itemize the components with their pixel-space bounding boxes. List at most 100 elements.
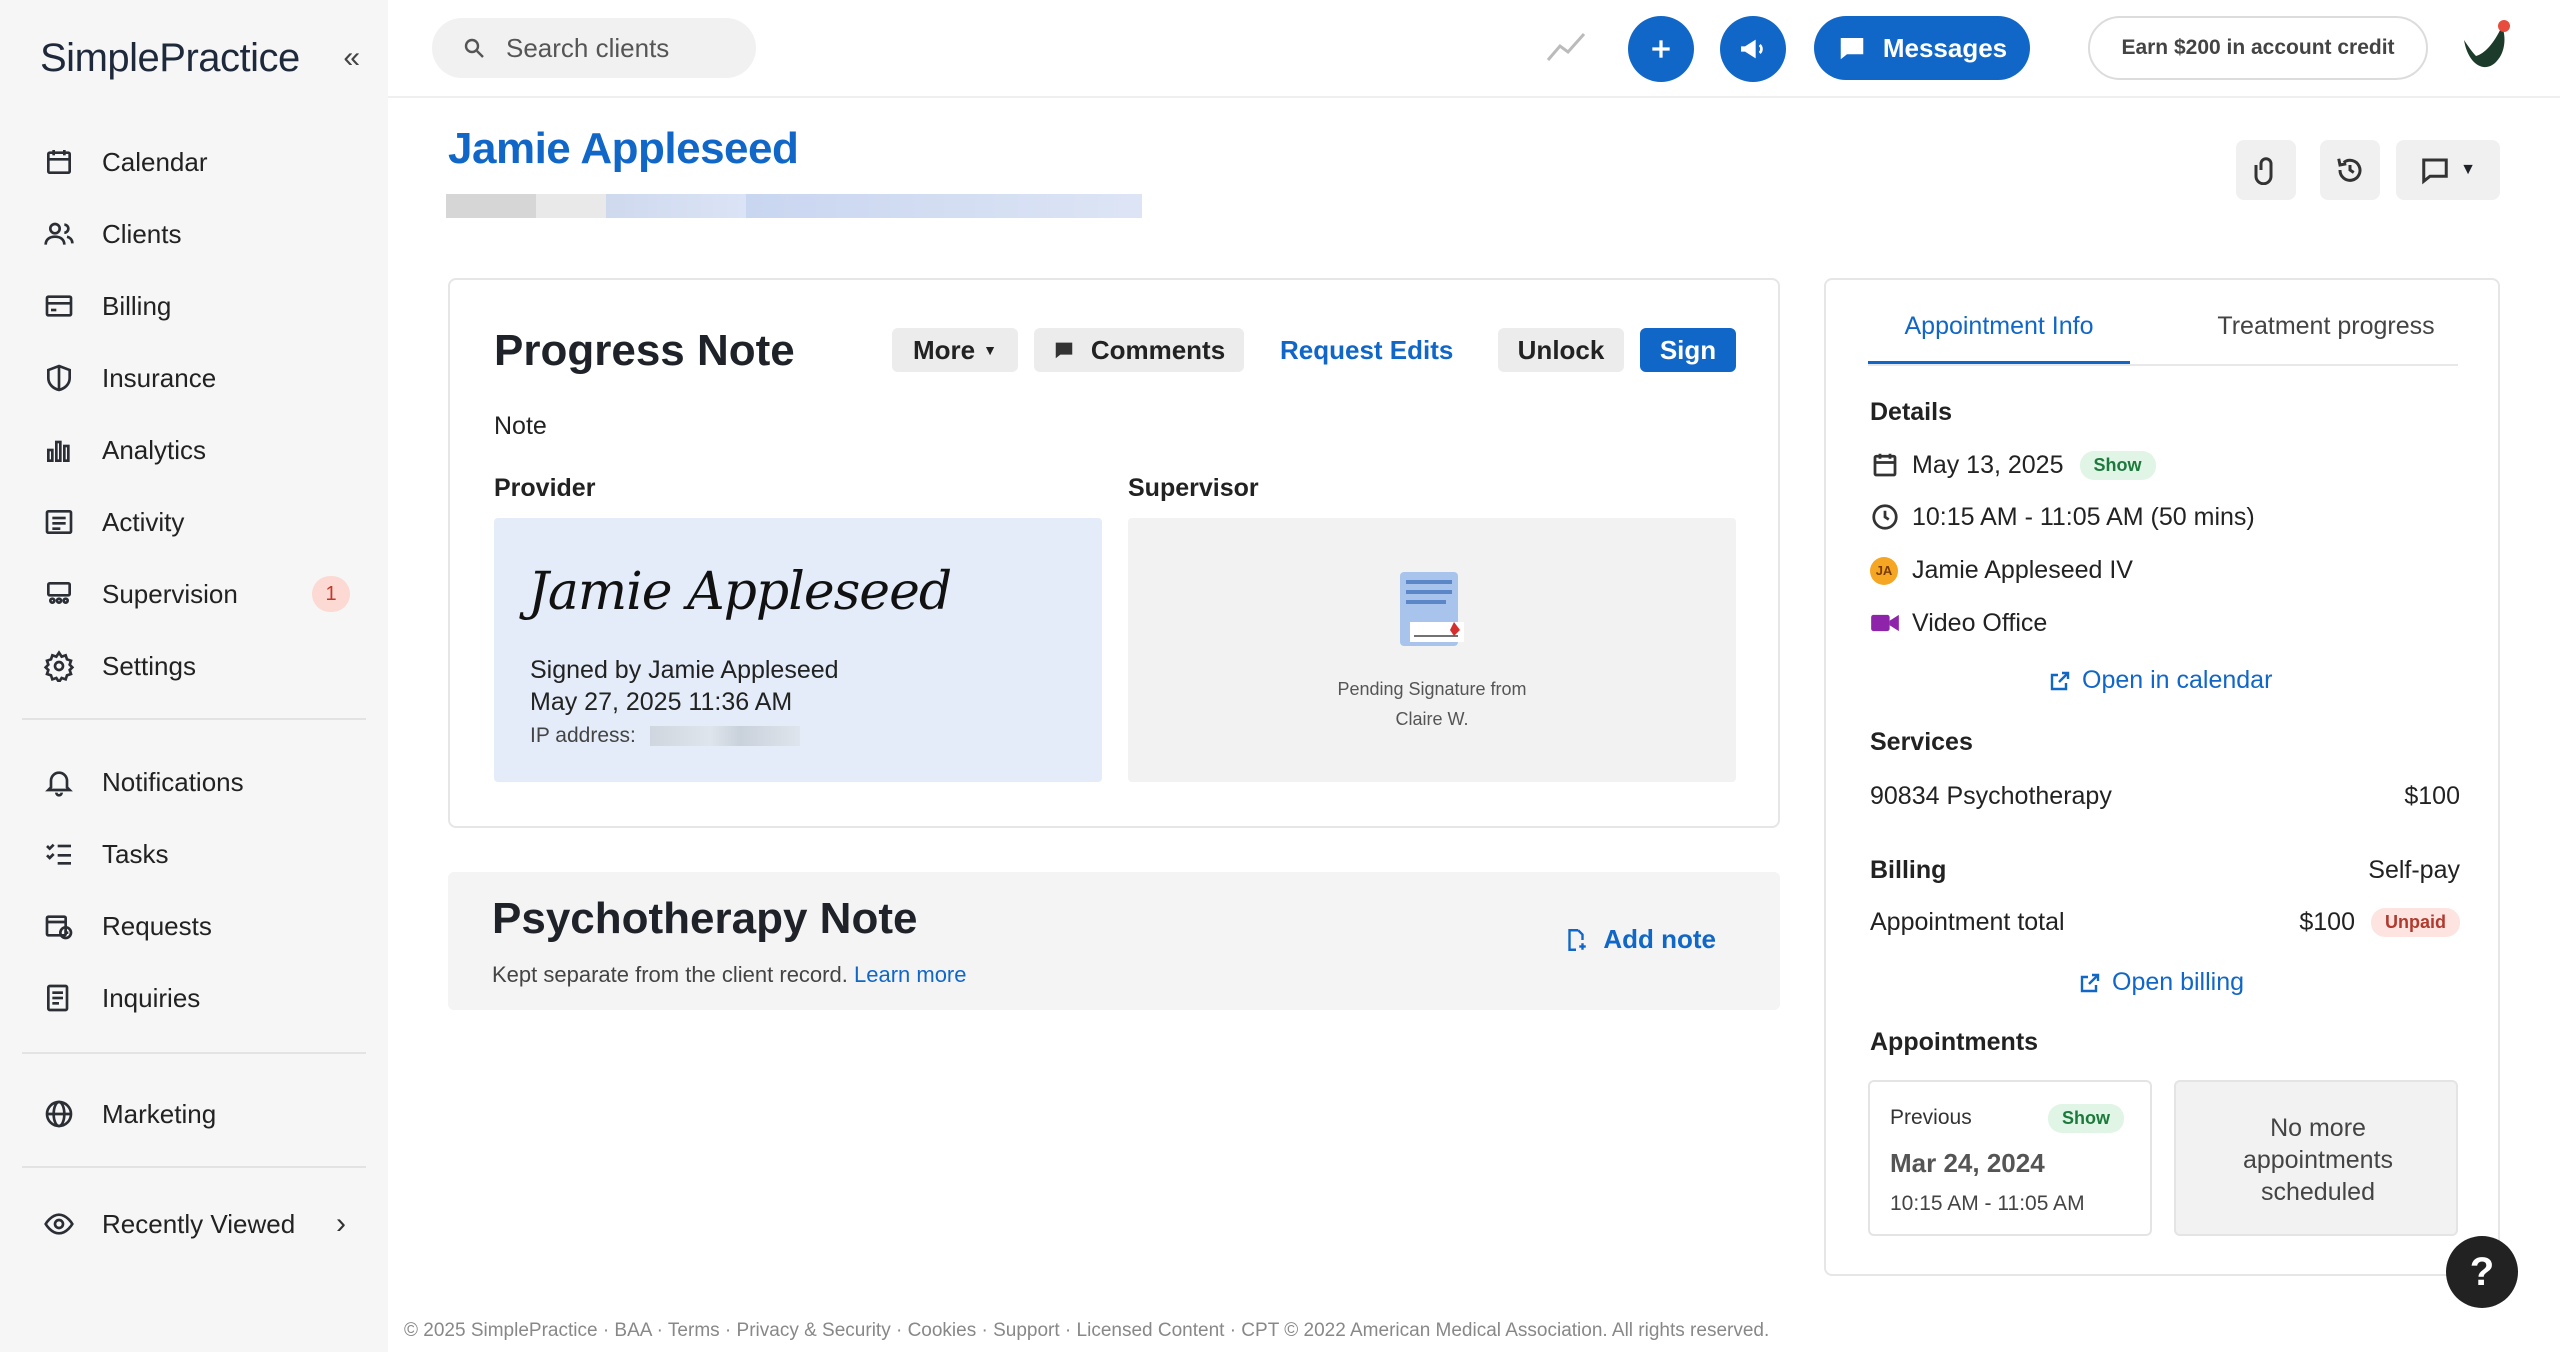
chat-menu-button[interactable]: ▼ (2396, 140, 2500, 200)
earn-credit-button[interactable]: Earn $200 in account credit (2088, 16, 2428, 80)
history-button[interactable] (2320, 140, 2380, 200)
sidebar-item-inquiries[interactable]: Inquiries (22, 962, 366, 1034)
sidebar-item-activity[interactable]: Activity (22, 486, 366, 558)
logo-row: SimplePractice « (40, 30, 360, 86)
appointment-date: May 13, 2025 (1912, 450, 2064, 479)
provider-label: Provider (494, 474, 596, 502)
previous-label: Previous (1890, 1106, 1972, 1129)
caret-down-icon: ▼ (2460, 161, 2476, 178)
provider-signature: Jamie Appleseed (528, 562, 952, 622)
sidebar-item-requests[interactable]: Requests (22, 890, 366, 962)
comments-button[interactable]: Comments (1034, 328, 1244, 372)
open-billing-link[interactable]: Open billing (2078, 968, 2244, 997)
sidebar: SimplePractice « Calendar Clients Billin… (0, 0, 388, 1352)
sidebar-item-analytics[interactable]: Analytics (22, 414, 366, 486)
sidebar-item-calendar[interactable]: Calendar (22, 126, 366, 198)
sidebar-item-billing[interactable]: Billing (22, 270, 366, 342)
more-label: More (913, 334, 976, 365)
sidebar-item-label: Analytics (102, 434, 207, 465)
checklist-icon (42, 837, 76, 871)
service-price: $100 (2404, 782, 2460, 810)
sidebar-item-label: Insurance (102, 362, 217, 393)
no-more-appointments-card: No more appointments scheduled (2174, 1080, 2458, 1236)
supervisor-label: Supervisor (1128, 474, 1259, 502)
double-chevron-left-icon[interactable]: « (343, 41, 360, 75)
psychotherapy-subtitle-text: Kept separate from the client record. (492, 962, 848, 987)
service-row: 90834 Psychotherapy $100 (1870, 782, 2460, 811)
gear-icon (42, 649, 76, 683)
messages-button[interactable]: Messages (1814, 16, 2030, 80)
ip-address-label: IP address: (530, 724, 636, 747)
signed-date-text: May 27, 2025 11:36 AM (530, 688, 793, 716)
chat-icon (2422, 158, 2448, 185)
profile-leaf-icon[interactable] (2454, 18, 2514, 78)
primary-nav: Calendar Clients Billing Insurance Analy… (22, 126, 366, 702)
sidebar-divider (22, 1052, 366, 1054)
redacted-ip-address (649, 726, 800, 747)
sidebar-item-label: Supervision (102, 578, 238, 609)
request-edits-button[interactable]: Request Edits (1280, 328, 1453, 372)
client-name[interactable]: Jamie Appleseed (448, 124, 799, 174)
provider-signature-box: Jamie Appleseed Signed by Jamie Applesee… (494, 518, 1102, 782)
trend-chart-icon[interactable] (1546, 30, 1586, 64)
no-more-text: No more appointments scheduled (2242, 1114, 2394, 1206)
pending-line-1: Pending Signature from (1337, 679, 1527, 699)
sidebar-divider (22, 718, 366, 720)
more-button[interactable]: More ▼ (892, 328, 1018, 372)
signed-by-text: Signed by Jamie Appleseed (530, 656, 839, 684)
add-note-button[interactable]: Add note (1563, 924, 1716, 955)
open-calendar-link[interactable]: Open in calendar (2048, 666, 2272, 695)
appointment-panel: Appointment Info Treatment progress Deta… (1824, 278, 2500, 1276)
sidebar-item-settings[interactable]: Settings (22, 630, 366, 702)
sidebar-item-recently-viewed[interactable]: Recently Viewed › (22, 1188, 366, 1260)
list-icon (42, 505, 76, 539)
open-calendar-label: Open in calendar (2082, 666, 2273, 694)
open-billing-label: Open billing (2112, 968, 2245, 996)
unlock-button[interactable]: Unlock (1498, 328, 1624, 372)
previous-appointment-card[interactable]: Previous Show Mar 24, 2024 10:15 AM - 11… (1868, 1080, 2152, 1236)
search-icon (464, 38, 484, 58)
tab-treatment-progress[interactable]: Treatment progress (2198, 312, 2454, 364)
footer: © 2025 SimplePractice · BAA · Terms · Pr… (404, 1320, 1770, 1341)
announcements-button[interactable] (1720, 16, 1786, 82)
appointment-date-row: May 13, 2025 Show (1870, 450, 2460, 480)
progress-note-card: Progress Note More ▼ Comments Request Ed… (448, 278, 1780, 828)
simplepractice-logo[interactable]: SimplePractice (40, 36, 300, 81)
sidebar-item-supervision[interactable]: Supervision 1 (22, 558, 366, 630)
add-button[interactable] (1628, 16, 1694, 82)
pending-document-icon (1400, 572, 1464, 646)
supervision-count-badge: 1 (312, 576, 350, 612)
sidebar-item-label: Billing (102, 290, 172, 321)
history-icon (2337, 158, 2362, 182)
attachment-button[interactable] (2236, 140, 2296, 200)
search-input[interactable]: Search clients (432, 18, 756, 78)
eye-icon (42, 1207, 76, 1241)
sidebar-item-tasks[interactable]: Tasks (22, 818, 366, 890)
sidebar-item-notifications[interactable]: Notifications (22, 746, 366, 818)
clock-icon (1872, 504, 1898, 530)
calendar-icon (1873, 453, 1897, 477)
globe-icon (42, 1097, 76, 1131)
sign-button[interactable]: Sign (1640, 328, 1736, 372)
previous-date: Mar 24, 2024 (1890, 1148, 2045, 1178)
appointment-client[interactable]: Jamie Appleseed IV (1912, 556, 2133, 585)
status-badge: Show (2048, 1104, 2124, 1133)
tab-appointment-info[interactable]: Appointment Info (1868, 312, 2130, 364)
sidebar-item-marketing[interactable]: Marketing (22, 1078, 366, 1150)
comment-icon (1055, 342, 1073, 359)
sidebar-item-insurance[interactable]: Insurance (22, 342, 366, 414)
appointments-heading: Appointments (1870, 1028, 2039, 1056)
add-document-icon (1568, 928, 1587, 951)
avatar: JA (1870, 556, 1898, 585)
caret-down-icon: ▼ (983, 342, 997, 358)
comments-label: Comments (1090, 334, 1226, 365)
calendar-icon (42, 145, 76, 179)
sidebar-item-clients[interactable]: Clients (22, 198, 366, 270)
billing-type: Self-pay (2368, 856, 2460, 884)
search-placeholder: Search clients (506, 32, 670, 63)
learn-more-link[interactable]: Learn more (854, 962, 967, 987)
help-button[interactable]: ? (2446, 1236, 2518, 1308)
sidebar-item-label: Notifications (102, 766, 244, 797)
messages-label: Messages (1882, 32, 2008, 63)
users-icon (42, 217, 76, 251)
